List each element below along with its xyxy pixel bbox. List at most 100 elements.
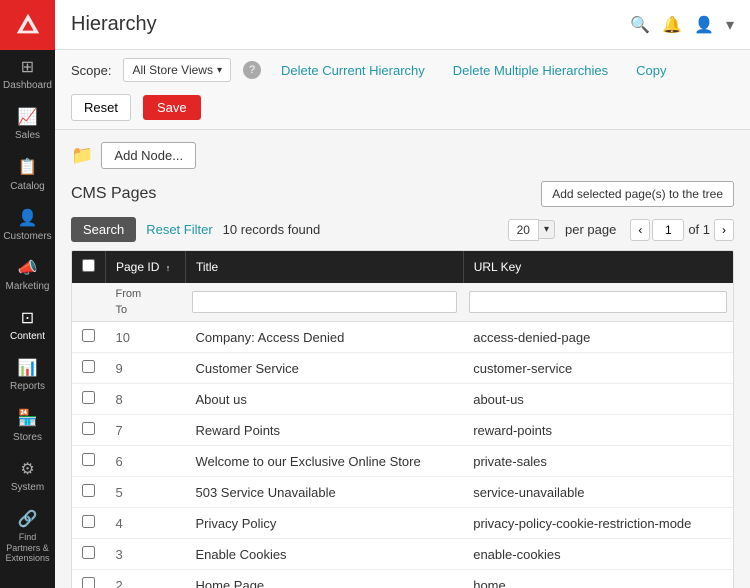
scope-dropdown-arrow: ▾ xyxy=(217,65,222,76)
filter-title-input[interactable] xyxy=(192,291,458,313)
row-checkbox-cell xyxy=(72,570,106,588)
cell-url-key: home xyxy=(463,570,733,588)
row-checkbox[interactable] xyxy=(82,577,95,588)
sidebar-item-customers[interactable]: 👤 Customers xyxy=(0,201,55,251)
sidebar-item-reports[interactable]: 📊 Reports xyxy=(0,351,55,401)
node-area: 📁 Add Node... xyxy=(71,142,734,169)
table-row: 8 About us about-us xyxy=(72,384,733,415)
table-row: 9 Customer Service customer-service xyxy=(72,353,733,384)
cell-url-key: privacy-policy-cookie-restriction-mode xyxy=(463,508,733,539)
marketing-icon: 📣 xyxy=(18,259,38,278)
sidebar-item-stores[interactable]: 🏪 Stores xyxy=(0,401,55,451)
row-checkbox-cell xyxy=(72,384,106,415)
page-header: Hierarchy 🔍 🔔 👤 ▾ xyxy=(55,0,750,50)
stores-icon: 🏪 xyxy=(18,409,38,428)
sidebar-item-system[interactable]: ⚙ System xyxy=(0,452,55,502)
cell-url-key: customer-service xyxy=(463,353,733,384)
sidebar: ⊞ Dashboard 📈 Sales 📋 Catalog 👤 Customer… xyxy=(0,0,55,588)
per-page-dropdown-arrow[interactable]: ▾ xyxy=(539,220,555,239)
row-checkbox[interactable] xyxy=(82,546,95,559)
cell-url-key: about-us xyxy=(463,384,733,415)
cms-pages-title: CMS Pages xyxy=(71,185,156,203)
row-checkbox[interactable] xyxy=(82,360,95,373)
row-checkbox-cell xyxy=(72,508,106,539)
table-row: 2 Home Page home xyxy=(72,570,733,588)
user-icon[interactable]: 👤 xyxy=(694,15,714,35)
cell-title: 503 Service Unavailable xyxy=(186,477,464,508)
add-node-button[interactable]: Add Node... xyxy=(101,142,196,169)
filter-to-label: To xyxy=(112,303,180,317)
cell-url-key: private-sales xyxy=(463,446,733,477)
page-total: of 1 xyxy=(688,222,710,237)
search-icon[interactable]: 🔍 xyxy=(630,15,650,35)
row-checkbox-cell xyxy=(72,322,106,353)
cell-page-id: 5 xyxy=(106,477,186,508)
cell-page-id: 7 xyxy=(106,415,186,446)
more-icon[interactable]: ▾ xyxy=(726,15,734,35)
search-button[interactable]: Search xyxy=(71,217,136,242)
next-page-button[interactable]: › xyxy=(714,219,734,241)
sidebar-item-dashboard[interactable]: ⊞ Dashboard xyxy=(0,50,55,100)
cell-page-id: 6 xyxy=(106,446,186,477)
column-header-url-key[interactable]: URL Key xyxy=(463,251,733,283)
help-icon[interactable]: ? xyxy=(243,61,261,79)
cell-title: Reward Points xyxy=(186,415,464,446)
dashboard-icon: ⊞ xyxy=(21,58,34,77)
delete-current-hierarchy-button[interactable]: Delete Current Hierarchy xyxy=(273,59,433,82)
sales-icon: 📈 xyxy=(18,108,38,127)
partners-icon: 🔗 xyxy=(18,510,38,529)
column-header-page-id[interactable]: Page ID ↑ xyxy=(106,251,186,283)
save-button[interactable]: Save xyxy=(143,95,201,120)
sidebar-item-content[interactable]: ⊡ Content xyxy=(0,301,55,351)
prev-page-button[interactable]: ‹ xyxy=(630,219,650,241)
scope-label: Scope: xyxy=(71,63,111,78)
page-input[interactable] xyxy=(652,219,684,241)
content-area: 📁 Add Node... CMS Pages Add selected pag… xyxy=(55,130,750,588)
page-navigation: ‹ of 1 › xyxy=(630,219,734,241)
column-header-title[interactable]: Title xyxy=(186,251,464,283)
row-checkbox[interactable] xyxy=(82,422,95,435)
filter-row: From To xyxy=(72,283,733,322)
sidebar-logo[interactable] xyxy=(0,0,55,50)
header-actions: 🔍 🔔 👤 ▾ xyxy=(630,15,734,35)
reset-button[interactable]: Reset xyxy=(71,94,131,121)
scope-selector[interactable]: All Store Views ▾ xyxy=(123,58,231,82)
page-title: Hierarchy xyxy=(71,13,157,36)
row-checkbox[interactable] xyxy=(82,484,95,497)
cell-title: Company: Access Denied xyxy=(186,322,464,353)
row-checkbox[interactable] xyxy=(82,329,95,342)
add-pages-button[interactable]: Add selected page(s) to the tree xyxy=(541,181,734,207)
copy-button[interactable]: Copy xyxy=(628,59,674,82)
sidebar-item-marketing[interactable]: 📣 Marketing xyxy=(0,251,55,301)
scope-value: All Store Views xyxy=(132,63,212,77)
customers-icon: 👤 xyxy=(18,209,38,228)
sidebar-item-catalog[interactable]: 📋 Catalog xyxy=(0,150,55,200)
row-checkbox-cell xyxy=(72,539,106,570)
reset-filter-button[interactable]: Reset Filter xyxy=(146,222,212,237)
sidebar-item-sales[interactable]: 📈 Sales xyxy=(0,100,55,150)
cms-pages-header: CMS Pages Add selected page(s) to the tr… xyxy=(71,181,734,207)
master-checkbox[interactable] xyxy=(82,259,95,272)
row-checkbox-cell xyxy=(72,415,106,446)
cell-url-key: reward-points xyxy=(463,415,733,446)
row-checkbox[interactable] xyxy=(82,515,95,528)
table-row: 5 503 Service Unavailable service-unavai… xyxy=(72,477,733,508)
cell-page-id: 3 xyxy=(106,539,186,570)
cell-title: About us xyxy=(186,384,464,415)
main-content: Hierarchy 🔍 🔔 👤 ▾ Scope: All Store Views… xyxy=(55,0,750,588)
table-row: 3 Enable Cookies enable-cookies xyxy=(72,539,733,570)
row-checkbox-cell xyxy=(72,446,106,477)
per-page-label: per page xyxy=(565,222,616,237)
sidebar-item-partners[interactable]: 🔗 Find Partners & Extensions xyxy=(0,502,55,573)
delete-multiple-hierarchies-button[interactable]: Delete Multiple Hierarchies xyxy=(445,59,616,82)
pagination: 20 ▾ per page ‹ of 1 › xyxy=(508,219,734,241)
reports-icon: 📊 xyxy=(18,359,38,378)
column-header-checkbox xyxy=(72,251,106,283)
cell-page-id: 8 xyxy=(106,384,186,415)
bell-icon[interactable]: 🔔 xyxy=(662,15,682,35)
cell-url-key: enable-cookies xyxy=(463,539,733,570)
cell-title: Welcome to our Exclusive Online Store xyxy=(186,446,464,477)
filter-url-key-input[interactable] xyxy=(469,291,727,313)
row-checkbox[interactable] xyxy=(82,391,95,404)
row-checkbox[interactable] xyxy=(82,453,95,466)
